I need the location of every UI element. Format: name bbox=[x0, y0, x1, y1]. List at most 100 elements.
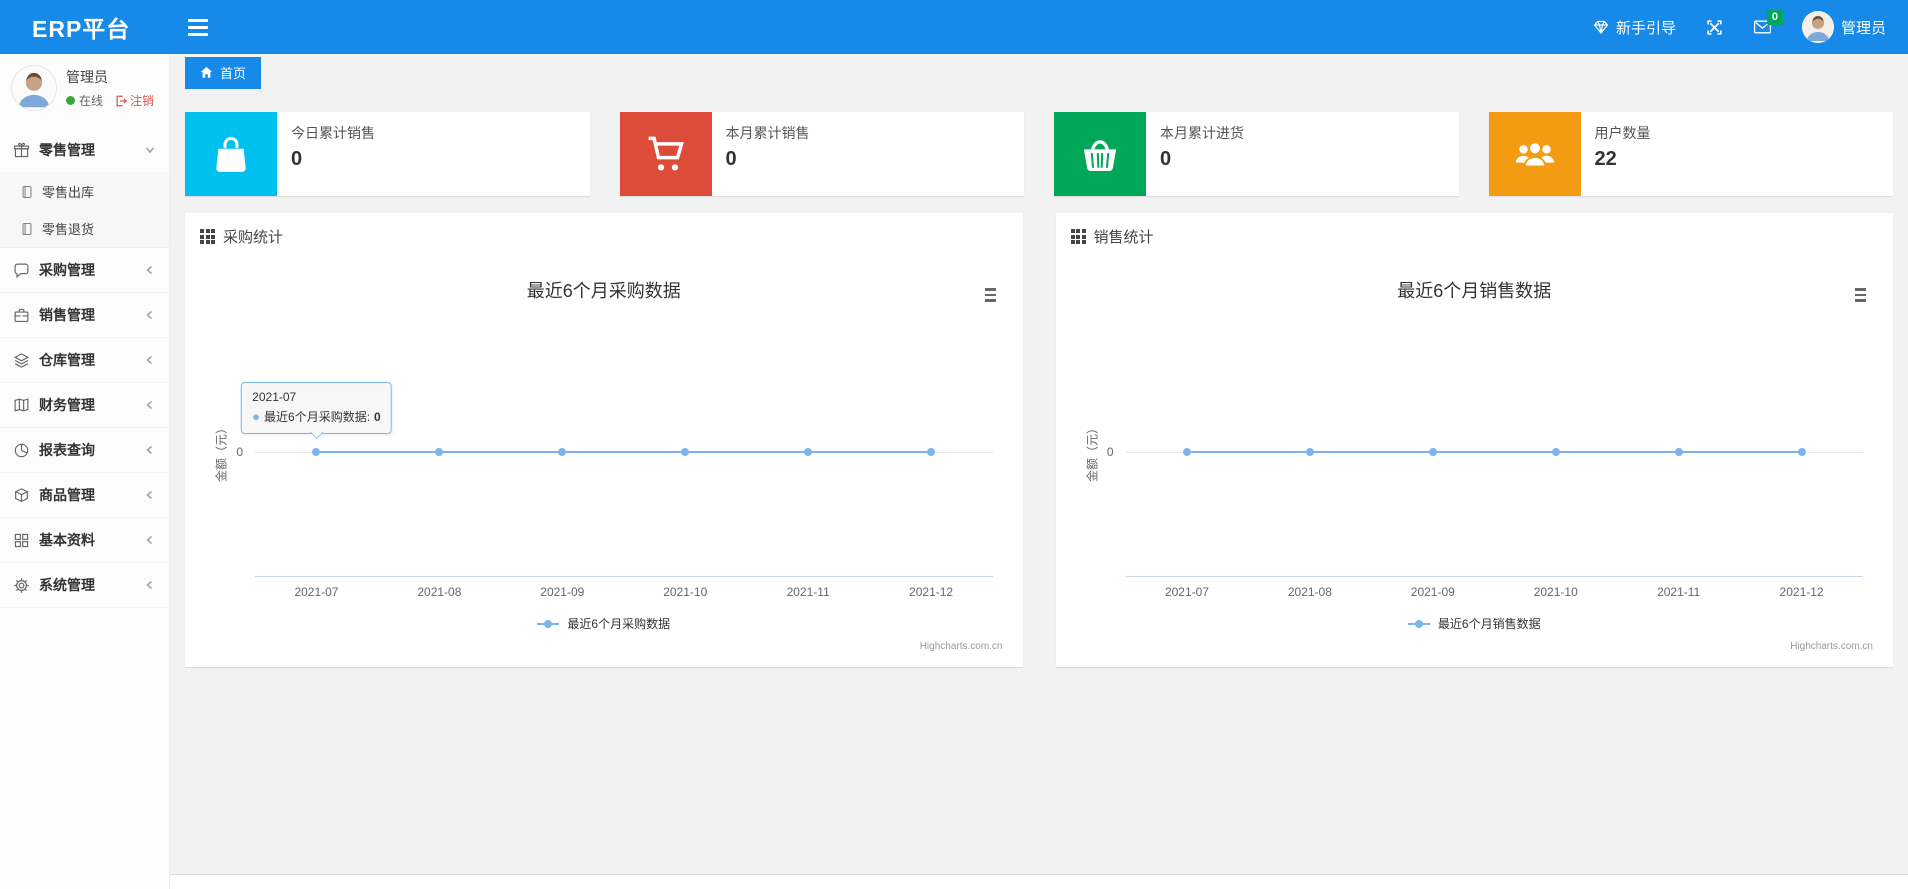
chevron-left-icon bbox=[144, 444, 156, 456]
chart-title: 最近6个月采购数据 bbox=[526, 281, 681, 301]
data-point[interactable] bbox=[1182, 448, 1191, 456]
chevron-left-icon bbox=[144, 264, 156, 276]
panel-header: 采购统计 bbox=[195, 223, 1013, 259]
panel-title: 销售统计 bbox=[1093, 229, 1154, 246]
highcharts-credits-link[interactable]: Highcharts.com.cn bbox=[920, 641, 1003, 652]
sidebar-item-label: 商品管理 bbox=[39, 487, 95, 503]
sidebar-item-system[interactable]: 系统管理 bbox=[0, 563, 169, 608]
data-point[interactable] bbox=[312, 448, 321, 456]
guide-button[interactable]: 新手引导 bbox=[1593, 17, 1676, 38]
sidebar-item-finance[interactable]: 财务管理 bbox=[0, 383, 169, 428]
card-label: 本月累计进货 bbox=[1160, 125, 1244, 141]
x-axis-line bbox=[1125, 576, 1863, 577]
legend-label: 最近6个月采购数据 bbox=[567, 617, 671, 631]
avatar bbox=[1801, 11, 1834, 43]
panel-header: 销售统计 bbox=[1066, 223, 1884, 259]
retail-submenu: 零售出库 零售退货 bbox=[0, 173, 169, 248]
sidebar-item-label: 报表查询 bbox=[39, 442, 95, 458]
data-point[interactable] bbox=[804, 448, 813, 456]
chart-context-menu-button[interactable] bbox=[982, 285, 999, 305]
data-point[interactable] bbox=[435, 448, 444, 456]
doc-icon bbox=[20, 222, 34, 236]
x-tick-label: 2021-12 bbox=[1779, 585, 1824, 599]
legend-item[interactable]: 最近6个月采购数据 bbox=[195, 615, 1013, 632]
data-point[interactable] bbox=[1551, 448, 1560, 456]
chart-panels-row: 采购统计 最近6个月采购数据 金额（元） 0 2021-07 ● 最近6个月采购… bbox=[185, 213, 1893, 667]
footer-strip bbox=[170, 874, 1908, 889]
chart-tooltip: 2021-07 ● 最近6个月采购数据: 0 bbox=[241, 382, 392, 439]
sidebar-item-label: 销售管理 bbox=[39, 307, 95, 323]
sidebar-item-retail-out[interactable]: 零售出库 bbox=[0, 173, 169, 210]
chevron-left-icon bbox=[144, 399, 156, 411]
card-month-sales: 本月累计销售 0 bbox=[619, 112, 1024, 196]
th-grid-icon bbox=[1070, 229, 1086, 244]
user-name: 管理员 bbox=[1840, 19, 1886, 37]
x-tick-label: 2021-09 bbox=[540, 585, 585, 599]
sidebar-item-purchase[interactable]: 采购管理 bbox=[0, 248, 169, 293]
gem-icon bbox=[1593, 19, 1609, 35]
stat-cards-row: 今日累计销售 0 本月累计销售 0 本月累计进货 0 用户数量 22 bbox=[185, 112, 1893, 196]
sidebar-item-warehouse[interactable]: 仓库管理 bbox=[0, 338, 169, 383]
fullscreen-button[interactable] bbox=[1706, 19, 1723, 36]
avatar bbox=[12, 66, 56, 110]
sidebar-toggle-icon[interactable] bbox=[188, 18, 209, 36]
sidebar-item-goods[interactable]: 商品管理 bbox=[0, 473, 169, 518]
app-brand: ERP平台 bbox=[32, 16, 131, 42]
messages-button[interactable]: 0 bbox=[1753, 10, 1783, 35]
sidebar-item-label: 仓库管理 bbox=[39, 352, 95, 368]
x-tick-label: 2021-10 bbox=[663, 585, 708, 599]
legend-line-marker-icon bbox=[1407, 619, 1430, 629]
sidebar-item-reports[interactable]: 报表查询 bbox=[0, 428, 169, 473]
data-point[interactable] bbox=[1797, 448, 1806, 456]
card-user-count: 用户数量 22 bbox=[1488, 112, 1893, 196]
x-tick-label: 2021-12 bbox=[909, 585, 954, 599]
main-content: 首页 今日累计销售 0 本月累计销售 0 本月累计进货 0 用户数量 22 采购… bbox=[170, 0, 1908, 667]
online-status-label: 在线 bbox=[79, 94, 104, 108]
data-point[interactable] bbox=[681, 448, 690, 456]
layers-icon bbox=[13, 352, 30, 369]
card-label: 用户数量 bbox=[1594, 125, 1651, 141]
legend-line-marker-icon bbox=[537, 619, 560, 629]
sidebar-user-name: 管理员 bbox=[66, 69, 108, 85]
sidebar-item-label: 系统管理 bbox=[39, 577, 95, 593]
chart-context-menu-button[interactable] bbox=[1852, 285, 1869, 305]
legend-item[interactable]: 最近6个月销售数据 bbox=[1066, 615, 1884, 632]
shopping-cart-icon bbox=[619, 112, 712, 196]
map-book-icon bbox=[13, 397, 30, 414]
sidebar-menu: 零售管理 零售出库 零售退货 采购管理 销售管理 仓库管理 财务管理 报表查询 … bbox=[0, 128, 169, 608]
data-point[interactable] bbox=[1674, 448, 1683, 456]
x-tick-label: 2021-11 bbox=[786, 585, 830, 599]
legend-label: 最近6个月销售数据 bbox=[1437, 617, 1541, 631]
sidebar-item-retail[interactable]: 零售管理 bbox=[0, 128, 169, 173]
series-dot-icon: ● bbox=[252, 409, 261, 424]
plot-area: 2021-07 ● 最近6个月采购数据: 0 bbox=[241, 339, 993, 577]
data-point[interactable] bbox=[1428, 448, 1437, 456]
tooltip-value: 0 bbox=[374, 409, 381, 424]
card-value: 22 bbox=[1594, 148, 1617, 170]
x-axis-labels: 2021-07 2021-08 2021-09 2021-10 2021-11 2021-… bbox=[1126, 585, 1864, 599]
card-label: 今日累计销售 bbox=[291, 125, 375, 141]
chevron-left-icon bbox=[144, 489, 156, 501]
user-menu[interactable]: 管理员 bbox=[1801, 11, 1886, 43]
x-tick-label: 2021-07 bbox=[1164, 585, 1209, 599]
sidebar-item-label: 零售出库 bbox=[42, 185, 95, 200]
card-today-sales: 今日累计销售 0 bbox=[185, 112, 590, 196]
briefcase-icon bbox=[13, 307, 30, 324]
sidebar-item-sales[interactable]: 销售管理 bbox=[0, 293, 169, 338]
y-tick-label: 0 bbox=[236, 445, 243, 459]
x-axis-line bbox=[255, 576, 993, 577]
logout-link[interactable]: 注销 bbox=[115, 92, 154, 109]
highcharts-credits-link[interactable]: Highcharts.com.cn bbox=[1790, 641, 1873, 652]
x-tick-label: 2021-11 bbox=[1657, 585, 1701, 599]
data-point[interactable] bbox=[1305, 448, 1314, 456]
chevron-down-icon bbox=[144, 144, 156, 156]
sidebar-item-basic-data[interactable]: 基本资料 bbox=[0, 518, 169, 563]
panel-title: 采购统计 bbox=[223, 229, 284, 246]
sidebar-item-retail-return[interactable]: 零售退货 bbox=[0, 210, 169, 247]
shopping-bag-icon bbox=[185, 112, 277, 196]
data-point[interactable] bbox=[927, 448, 936, 456]
chart-title: 最近6个月销售数据 bbox=[1397, 281, 1552, 301]
data-point[interactable] bbox=[558, 448, 567, 456]
series-markers bbox=[1126, 339, 1864, 577]
tab-home[interactable]: 首页 bbox=[185, 57, 262, 89]
